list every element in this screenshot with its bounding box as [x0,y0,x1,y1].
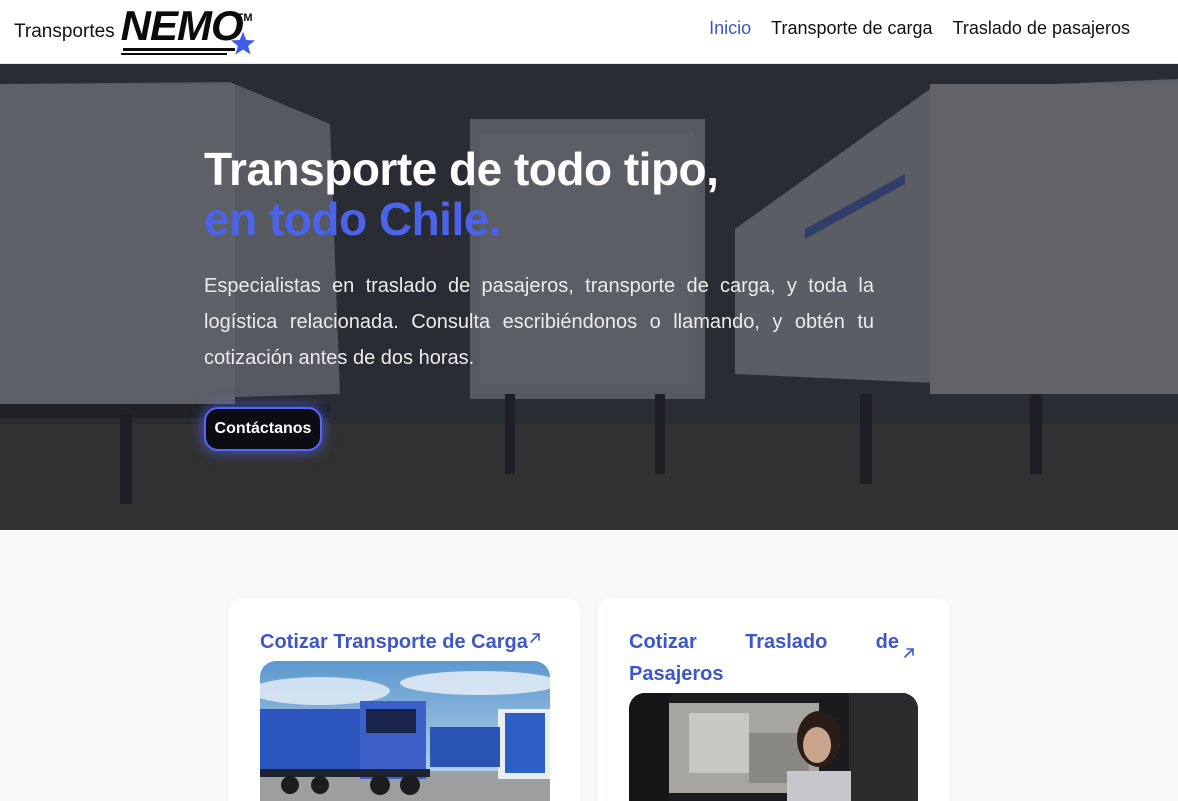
hero-title-accent: en todo Chile. [204,193,502,245]
nav-link-inicio[interactable]: Inicio [709,18,751,39]
brand-logo-link[interactable]: Transportes NEMO TM [14,2,261,60]
logo-wordmark: NEMO [120,2,244,49]
nav-link-transporte-carga[interactable]: Transporte de carga [771,18,932,39]
contact-button[interactable]: Contáctanos [204,407,322,451]
logo-trademark: TM [236,12,253,24]
card-title-cargo[interactable]: Cotizar Transporte de Carga [260,626,528,658]
main-nav: Inicio Transporte de carga Traslado de p… [709,18,1130,39]
card-title-passengers[interactable]: Cotizar Traslado de Pasajeros [629,626,899,690]
hero-content: Transporte de todo tipo, en todo Chile. … [204,144,874,376]
blue-truck-photo [260,661,550,801]
star-icon [230,31,255,55]
passenger-in-car-photo [629,693,918,801]
quote-passengers-card[interactable]: Cotizar Traslado de Pasajeros [597,598,950,801]
arrow-up-right-icon [530,633,540,643]
cargo-truck-image [260,661,550,801]
brand-text: Transportes [14,21,115,42]
passenger-car-image [629,693,918,801]
nav-link-traslado-pasajeros[interactable]: Traslado de pasajeros [953,18,1130,39]
arrow-up-right-icon [904,648,914,658]
nemo-logo: NEMO TM [120,2,261,60]
hero-description: Especialistas en traslado de pasajeros, … [204,275,874,369]
hero-title: Transporte de todo tipo, [204,143,719,195]
site-header: Transportes NEMO TM Inicio Transporte de… [0,0,1178,64]
logo-underline [120,53,227,55]
logo-underline [122,48,235,51]
quote-cargo-card[interactable]: Cotizar Transporte de Carga [228,598,581,801]
hero-section: Transporte de todo tipo, en todo Chile. … [0,64,1178,530]
